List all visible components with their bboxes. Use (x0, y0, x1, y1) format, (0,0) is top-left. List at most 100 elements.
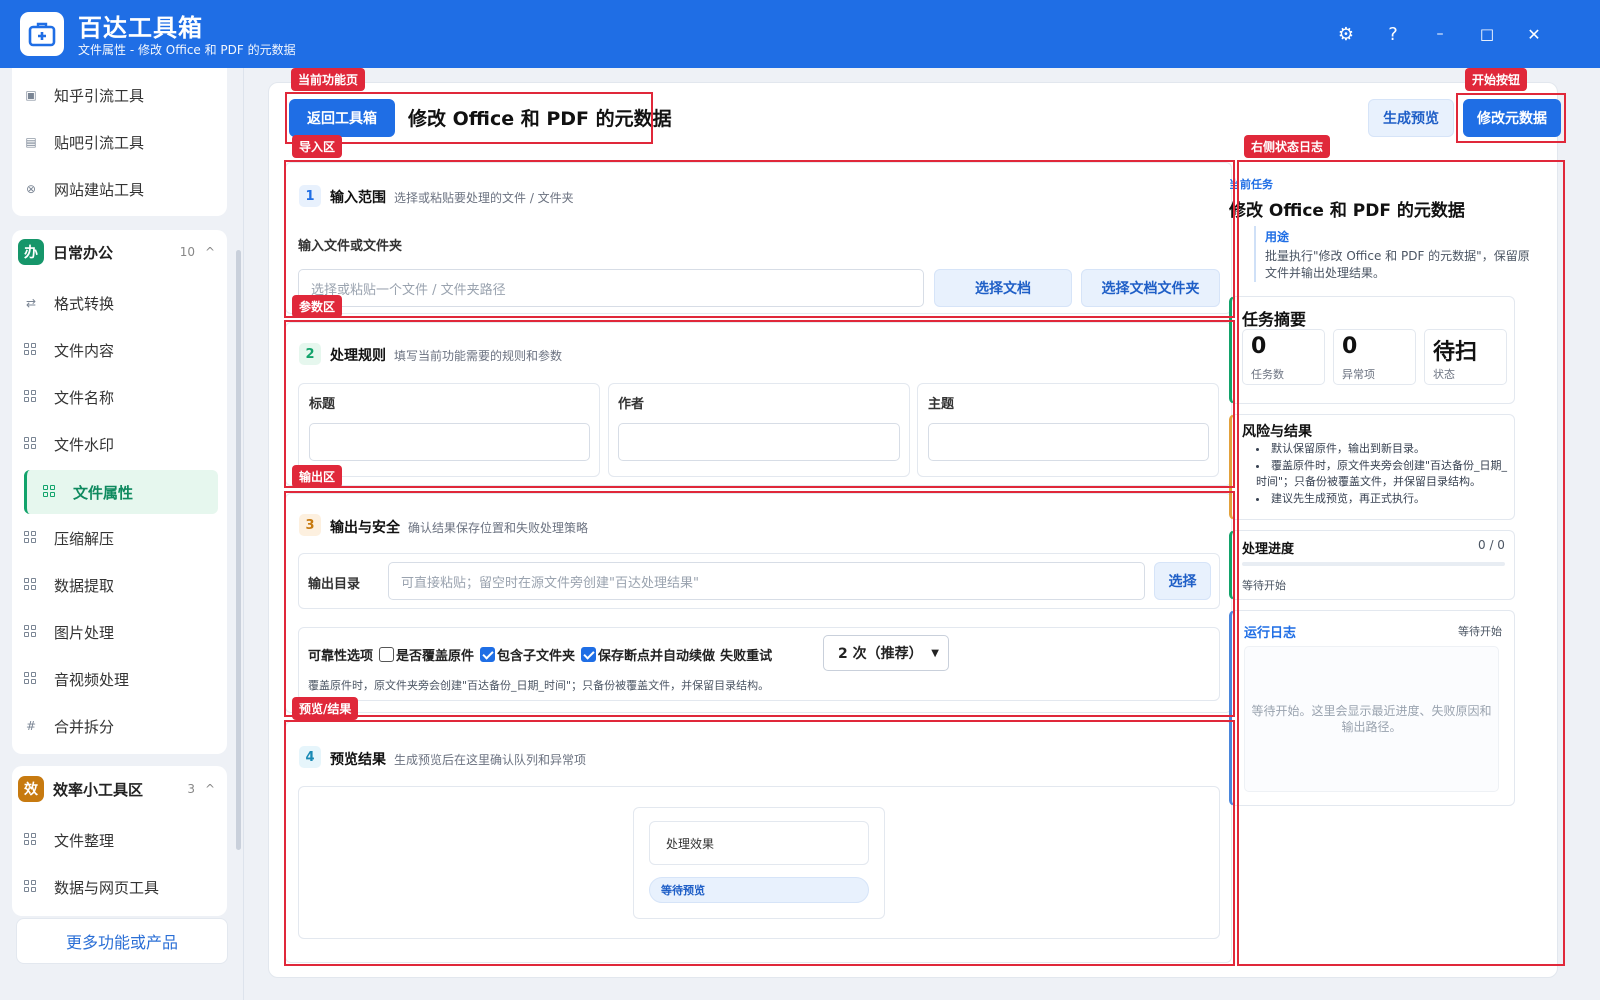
purpose-divider (1254, 226, 1256, 282)
generate-preview-button[interactable]: 生成预览 (1368, 99, 1454, 137)
grid-icon (24, 343, 38, 357)
purpose-text: 批量执行"修改 Office 和 PDF 的元数据"，保留原文件并输出处理结果。 (1265, 249, 1530, 280)
kpi-label: 任务数 (1251, 368, 1284, 381)
group-title: 效率小工具区 (53, 780, 144, 799)
chevron-up-icon[interactable]: ^ (205, 245, 215, 259)
kpi-value: 0 (1342, 334, 1358, 359)
sidebar-item-label: 格式转换 (54, 294, 115, 313)
input-path-field[interactable]: 选择或粘贴一个文件 / 文件夹路径 (298, 269, 924, 307)
kpi-exception-count: 0 异常项 (1333, 329, 1416, 385)
section-title: 输入范围 (330, 190, 386, 206)
author-input[interactable] (618, 423, 900, 461)
help-icon[interactable]: ? (1379, 20, 1407, 48)
grid-icon (24, 625, 38, 639)
sidebar-item-format-convert[interactable]: ⇄ 格式转换 (24, 285, 214, 321)
page-title: 修改 Office 和 PDF 的元数据 (408, 108, 672, 130)
risk-list: 默认保留原件，输出到新目录。 覆盖原件时，原文件夹旁会创建"百达备份_日期_时间… (1256, 441, 1516, 508)
swap-icon: ⇄ (25, 296, 37, 310)
subject-input[interactable] (928, 423, 1209, 461)
grid-icon (24, 437, 38, 451)
sidebar-item-file-name[interactable]: 文件名称 (24, 379, 214, 415)
select-folder-button[interactable]: 选择文档文件夹 (1081, 269, 1220, 307)
progress-count: 0 / 0 (1478, 538, 1505, 552)
output-dir-label: 输出目录 (308, 577, 361, 592)
purpose-label: 用途 (1265, 230, 1290, 244)
sidebar-item-data-extract[interactable]: 数据提取 (24, 567, 214, 603)
kpi-task-count: 0 任务数 (1242, 329, 1325, 385)
globe-icon: ⊗ (25, 182, 37, 196)
sidebar-item-label: 图片处理 (54, 623, 115, 642)
sidebar-item-file-organize[interactable]: 文件整理 (24, 822, 214, 858)
sidebar-item-label: 数据提取 (54, 576, 115, 595)
sidebar-item-merge-split[interactable]: # 合并拆分 (24, 708, 214, 744)
group-header-efficiency[interactable]: 效 效率小工具区 3 ^ (18, 769, 223, 809)
overwrite-checkbox[interactable] (379, 647, 395, 662)
grid-icon (24, 390, 38, 404)
sidebar-item-label: 网站建站工具 (54, 180, 145, 199)
preview-status-chip: 等待预览 (649, 877, 869, 903)
sidebar-item-watermark[interactable]: 文件水印 (24, 426, 214, 462)
sidebar-item-label: 文件内容 (54, 341, 115, 360)
hash-icon: # (25, 719, 37, 733)
annotation-tag-params: 参数区 (292, 295, 343, 318)
author-field-label: 作者 (618, 397, 645, 412)
sidebar: ▣ 知乎引流工具 ▤ 贴吧引流工具 ⊗ 网站建站工具 办 日常办公 10 ^ ⇄… (0, 68, 244, 1000)
retry-value: 2 次（推荐） (838, 646, 923, 662)
sidebar-item-media[interactable]: 音视频处理 (24, 661, 214, 697)
back-to-toolbox-button[interactable]: 返回工具箱 (289, 99, 395, 137)
grid-icon (24, 880, 38, 894)
output-dir-input[interactable]: 可直接粘贴；留空时在源文件旁创建"百达处理结果" (388, 562, 1145, 600)
sidebar-item-zhihu[interactable]: ▣ 知乎引流工具 (24, 77, 214, 113)
sidebar-item-file-properties[interactable]: 文件属性 (24, 470, 218, 514)
kpi-label: 状态 (1433, 368, 1455, 381)
modify-metadata-button[interactable]: 修改元数据 (1463, 99, 1561, 137)
more-features-button[interactable]: 更多功能或产品 (16, 918, 228, 964)
grid-icon (43, 485, 57, 499)
sidebar-item-tieba[interactable]: ▤ 贴吧引流工具 (24, 124, 214, 160)
grid-icon (24, 833, 38, 847)
overwrite-note: 覆盖原件时，原文件夹旁会创建"百达备份_日期_时间"；只备份被覆盖文件，并保留目… (308, 679, 770, 692)
resume-checkbox[interactable] (581, 647, 597, 662)
minimize-icon[interactable]: – (1426, 20, 1454, 48)
close-icon[interactable]: ✕ (1520, 20, 1548, 48)
log-area[interactable]: 等待开始。这里会显示最近进度、失败原因和输出路径。 (1244, 646, 1499, 792)
sidebar-item-compress[interactable]: 压缩解压 (24, 520, 214, 556)
retry-select[interactable]: 2 次（推荐） ▼ (823, 635, 949, 671)
section-title: 处理规则 (330, 348, 386, 364)
title-input[interactable] (309, 423, 590, 461)
subject-field-label: 主题 (928, 397, 955, 412)
sidebar-item-label: 贴吧引流工具 (54, 133, 145, 152)
select-document-button[interactable]: 选择文档 (934, 269, 1072, 307)
grid-icon (24, 672, 38, 686)
sidebar-item-label: 知乎引流工具 (54, 86, 145, 105)
retry-label: 失败重试 (720, 649, 773, 664)
maximize-icon[interactable]: □ (1473, 20, 1501, 48)
sidebar-scrollbar[interactable] (236, 250, 241, 850)
sidebar-item-website[interactable]: ⊗ 网站建站工具 (24, 171, 214, 207)
select-output-dir-button[interactable]: 选择 (1154, 562, 1211, 600)
app-title: 百达工具箱 (78, 14, 203, 42)
section-description: 选择或粘贴要处理的文件 / 文件夹 (394, 191, 574, 205)
section-number: 3 (299, 514, 321, 536)
current-task-label: 当前任务 (1229, 178, 1273, 191)
section-number: 2 (299, 343, 321, 365)
risk-item: 默认保留原件，输出到新目录。 (1256, 441, 1516, 457)
risk-title: 风险与结果 (1242, 424, 1312, 440)
kpi-value: 待扫 (1433, 340, 1478, 365)
annotation-tag-right-log: 右侧状态日志 (1244, 135, 1331, 158)
group-title: 日常办公 (53, 243, 114, 262)
chevron-up-icon[interactable]: ^ (205, 782, 215, 796)
log-status: 等待开始 (1458, 625, 1502, 638)
sidebar-item-label: 合并拆分 (54, 717, 115, 736)
sidebar-item-file-content[interactable]: 文件内容 (24, 332, 214, 368)
sidebar-item-data-web[interactable]: 数据与网页工具 (24, 869, 214, 905)
group-header-office[interactable]: 办 日常办公 10 ^ (18, 232, 223, 272)
section-number: 4 (299, 746, 321, 768)
settings-icon[interactable]: ⚙ (1332, 20, 1360, 48)
annotation-tag-import: 导入区 (292, 135, 343, 158)
grid-icon (24, 578, 38, 592)
section-description: 确认结果保存位置和失败处理策略 (408, 521, 589, 535)
sidebar-item-image[interactable]: 图片处理 (24, 614, 214, 650)
include-subfolders-checkbox[interactable] (480, 647, 496, 662)
kpi-value: 0 (1251, 334, 1267, 359)
